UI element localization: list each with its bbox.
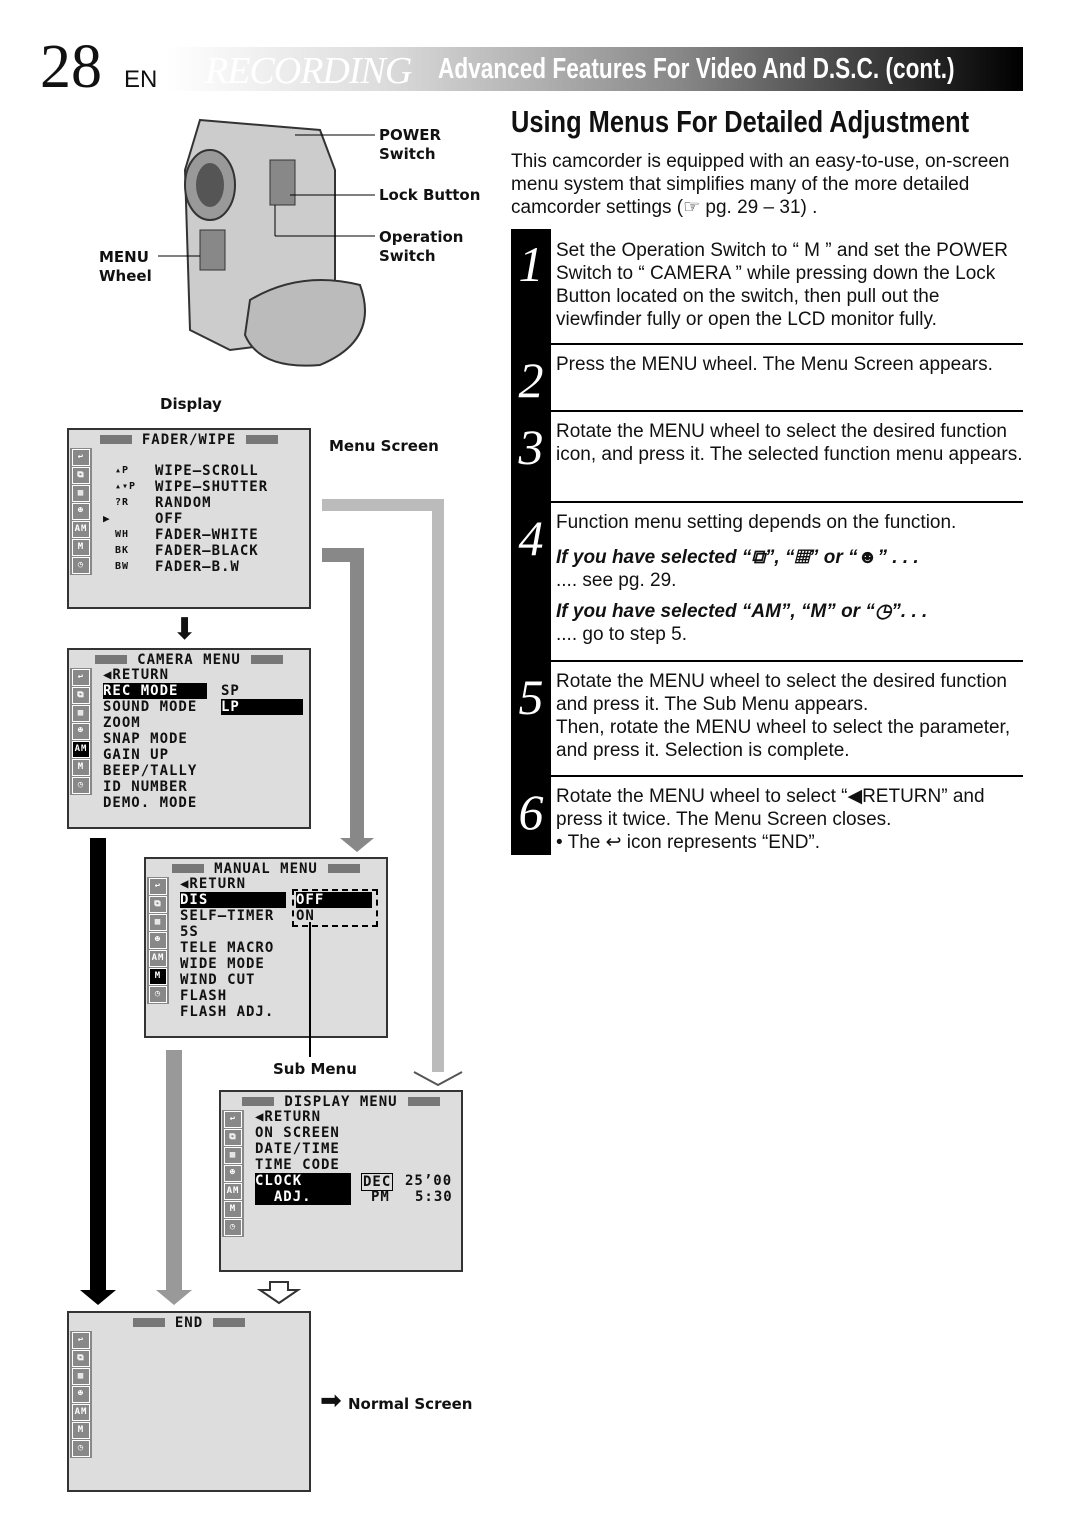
manual-menu-screen: MANUAL MENU ↩ ⧉ ▦ ☻ AM M ◷ ◀RETURN DIS SELF–TI… — [144, 857, 388, 1038]
right-arrow-icon: ➡ — [320, 1385, 342, 1415]
clock-ampm: PM — [371, 1189, 390, 1205]
page-title: Advanced Features For Video And D.S.C. (… — [438, 53, 955, 85]
section-heading: Using Menus For Detailed Adjustment — [511, 104, 970, 139]
step-2: 2 Press the MENU wheel. The Menu Screen a… — [511, 343, 1023, 413]
sub-menu-label: Sub Menu — [273, 1060, 357, 1078]
sub-menu-pointer-line — [309, 922, 311, 1057]
menu-item: FLASH ADJ. — [180, 1004, 275, 1020]
menu-wheel-label: MENU Wheel — [99, 248, 152, 285]
menu-item: BEEP/TALLY — [103, 763, 198, 779]
step-1: 1 Set the Operation Switch to “ M ” and s… — [511, 229, 1023, 344]
menu-item: ID NUMBER — [103, 779, 188, 795]
menu-item: DEMO. MODE — [103, 795, 198, 811]
menu-item: ◀RETURN — [180, 876, 247, 892]
menu-item: DATE/TIME — [255, 1141, 340, 1157]
menu-item: FADER–B.W — [155, 559, 240, 575]
intro-text: This camcorder is equipped with an easy-… — [511, 151, 1010, 218]
menu-item: FADER–BLACK — [155, 543, 259, 559]
end-screen: END ↩ ⧉ ▦ ☻ AM M ◷ — [67, 1311, 311, 1492]
language-code: EN — [124, 66, 158, 93]
menu-item: FLASH — [180, 988, 228, 1004]
display-label: Display — [160, 395, 222, 413]
option-selected: LP — [221, 699, 303, 715]
menu-item-selected: CLOCK — [255, 1173, 351, 1189]
menu-item: WIPE–SHUTTER — [155, 479, 269, 495]
operation-switch-label: Operation Switch — [379, 228, 464, 265]
step-4: 4 Function menu setting depends on the f… — [511, 501, 1023, 663]
fader-wipe-screen: FADER/WIPE ↩ ⧉ ▦ ☻ AM M ◷ ▴P WIPE–SCROLL ▴▾P WIP… — [67, 428, 311, 609]
menu-item-selected: DIS — [180, 892, 286, 908]
camera-menu-screen: CAMERA MENU ↩ ⧉ ▦ ☻ AM M ◷ ◀RETURN REC MODE SO… — [67, 648, 311, 829]
step-3: 3 Rotate the MENU wheel to select the des… — [511, 410, 1023, 504]
option: SP — [221, 683, 240, 699]
menu-side-icons: ↩ ⧉ ▦ ☻ AM M ◷ — [70, 448, 92, 575]
menu-item: ◀RETURN — [103, 667, 170, 683]
display-menu-screen: DISPLAY MENU ↩ ⧉ ▦ ☻ AM M ◷ ◀RETURN ON SCREEN … — [219, 1090, 463, 1272]
menu-item: SOUND MODE — [103, 699, 198, 715]
step-6: 6 Rotate the MENU wheel to select “◀RETUR… — [511, 775, 1023, 855]
clock-date: 25’00 — [405, 1173, 453, 1189]
page-number: 28 — [40, 33, 102, 101]
menu-item-selected: REC MODE — [103, 683, 207, 699]
menu-item: GAIN UP — [103, 747, 170, 763]
menu-item: ◀RETURN — [255, 1109, 322, 1125]
menu-item: WIDE MODE — [180, 956, 265, 972]
menu-item-selected: ADJ. — [255, 1189, 351, 1205]
section-title: RECORDING — [205, 50, 412, 92]
camcorder-illustration — [158, 118, 375, 367]
menu-item: FADER–WHITE — [155, 527, 259, 543]
menu-item: ON SCREEN — [255, 1125, 340, 1141]
step-5: 5 Rotate the MENU wheel to select the des… — [511, 660, 1023, 778]
lock-button-label: Lock Button — [379, 186, 481, 204]
submenu-highlight — [292, 889, 378, 927]
menu-item: OFF — [155, 511, 184, 527]
menu-item: TELE MACRO — [180, 940, 275, 956]
down-arrow-icon: ⬇ — [172, 613, 198, 646]
power-switch-label: POWER Switch — [379, 126, 442, 163]
menu-screen-label: Menu Screen — [329, 437, 439, 455]
menu-item: WIPE–SCROLL — [155, 463, 259, 479]
menu-item: TIME CODE — [255, 1157, 340, 1173]
menu-item: 5S — [180, 924, 199, 940]
normal-screen-label: Normal Screen — [348, 1395, 473, 1413]
header-band: RECORDING Advanced Features For Video An… — [165, 47, 1023, 92]
menu-item: ZOOM — [103, 715, 141, 731]
menu-item: RANDOM — [155, 495, 212, 511]
menu-item: WIND CUT — [180, 972, 256, 988]
clock-time: 5:30 — [415, 1189, 453, 1205]
menu-item: SNAP MODE — [103, 731, 188, 747]
menu-item: SELF–TIMER — [180, 908, 275, 924]
